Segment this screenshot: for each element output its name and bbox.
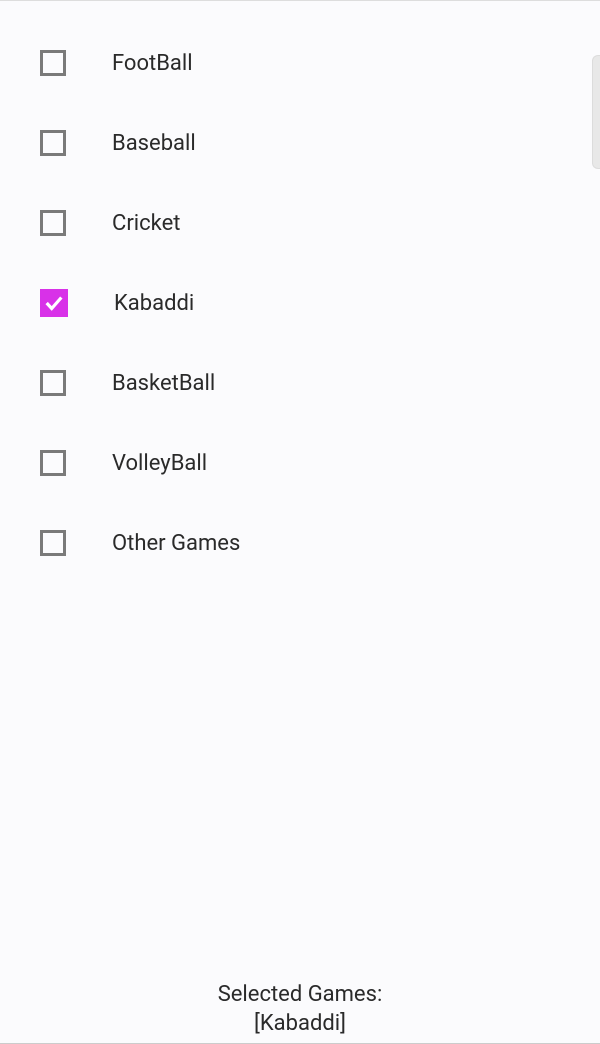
list-item-baseball[interactable]: Baseball bbox=[40, 103, 600, 183]
list-item-football[interactable]: FootBall bbox=[40, 23, 600, 103]
scroll-indicator[interactable] bbox=[592, 55, 600, 169]
checkbox-basketball[interactable] bbox=[40, 370, 66, 396]
list-item-other[interactable]: Other Games bbox=[40, 503, 600, 583]
list-item-cricket[interactable]: Cricket bbox=[40, 183, 600, 263]
item-label: VolleyBall bbox=[112, 451, 207, 476]
item-label: Kabaddi bbox=[114, 291, 194, 316]
checkbox-other[interactable] bbox=[40, 530, 66, 556]
item-label: Baseball bbox=[112, 131, 196, 156]
list-item-kabaddi[interactable]: Kabaddi bbox=[40, 263, 600, 343]
game-list: FootBall Baseball Cricket Kabaddi BasketBall… bbox=[0, 1, 600, 583]
checkbox-football[interactable] bbox=[40, 50, 66, 76]
checkbox-kabaddi[interactable] bbox=[40, 289, 68, 317]
checkbox-volleyball[interactable] bbox=[40, 450, 66, 476]
checkbox-cricket[interactable] bbox=[40, 210, 66, 236]
list-item-basketball[interactable]: BasketBall bbox=[40, 343, 600, 423]
checkbox-baseball[interactable] bbox=[40, 130, 66, 156]
item-label: Other Games bbox=[112, 531, 240, 556]
checkmark-icon bbox=[43, 292, 65, 314]
selected-games-footer: Selected Games: [Kabaddi] bbox=[0, 980, 600, 1044]
selected-games-title: Selected Games: bbox=[0, 980, 600, 1010]
item-label: BasketBall bbox=[112, 371, 215, 396]
selected-games-value: [Kabaddi] bbox=[0, 1009, 600, 1039]
list-item-volleyball[interactable]: VolleyBall bbox=[40, 423, 600, 503]
item-label: Cricket bbox=[112, 211, 180, 236]
item-label: FootBall bbox=[112, 51, 193, 76]
